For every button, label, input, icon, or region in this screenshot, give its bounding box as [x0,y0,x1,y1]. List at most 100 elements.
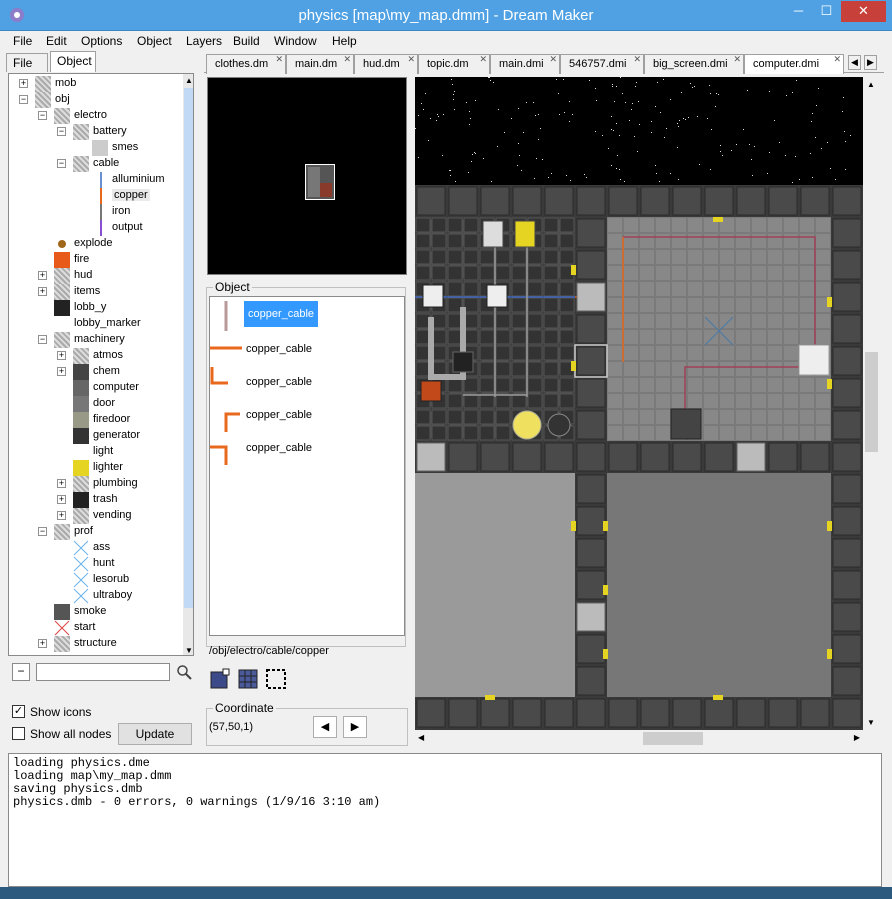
collapse-node-icon[interactable]: − [38,335,47,344]
file-tab[interactable]: main.dm ✕ [286,54,354,74]
file-tab-active[interactable]: computer.dmi ✕ [744,54,844,74]
tab-file[interactable]: File [6,53,48,72]
minimap-view-rect[interactable] [305,164,335,200]
object-instance-item[interactable]: copper_cable [210,299,406,332]
close-tab-icon[interactable]: ✕ [407,54,415,65]
file-tab[interactable]: big_screen.dmi ✕ [644,54,744,74]
file-tab[interactable]: hud.dm ✕ [354,54,418,74]
object-instance-item[interactable]: copper_cable [210,365,406,398]
expand-node-icon[interactable]: + [38,287,47,296]
close-tab-icon[interactable]: ✕ [275,54,283,65]
tree-node-start[interactable]: start [9,620,179,636]
title-bar[interactable]: physics [map\my_map.dmm] - Dream Maker ─… [0,0,892,31]
update-button[interactable]: Update [118,723,192,745]
menu-window[interactable]: Window [274,34,317,48]
tree-node-computer[interactable]: computer [9,380,179,396]
tree-node-trash[interactable]: + trash [9,492,179,508]
collapse-node-icon[interactable]: − [57,127,66,136]
tree-node-plumbing[interactable]: + plumbing [9,476,179,492]
object-instance-list[interactable]: copper_cable copper_cable copper_cable c… [209,296,405,636]
tree-node-smoke[interactable]: smoke [9,604,179,620]
tree-node-vending[interactable]: + vending [9,508,179,524]
menu-object[interactable]: Object [137,34,172,48]
tab-object[interactable]: Object [50,51,96,72]
tree-node-output[interactable]: output [9,220,179,236]
close-tab-icon[interactable]: ✕ [343,54,351,65]
scroll-right-icon[interactable]: ▶ [854,733,860,742]
tree-node-lobb-y[interactable]: lobb_y [9,300,179,316]
tree-node-door[interactable]: door [9,396,179,412]
tree-node-items[interactable]: + items [9,284,179,300]
scroll-left-icon[interactable]: ◀ [418,733,424,742]
tree-node-lesorub[interactable]: lesorub [9,572,179,588]
collapse-node-icon[interactable]: − [19,95,28,104]
tab-scroll-left-icon[interactable]: ◀ [848,55,861,70]
tree-node-ultraboy[interactable]: ultraboy [9,588,179,604]
close-tab-icon[interactable]: ✕ [733,54,741,65]
tree-node-battery[interactable]: − battery [9,124,179,140]
expand-node-icon[interactable]: + [19,79,28,88]
file-tab[interactable]: main.dmi ✕ [490,54,560,74]
object-instance-item[interactable]: copper_cable [210,431,406,465]
collapse-all-button[interactable]: − [12,663,30,681]
menu-edit[interactable]: Edit [46,34,67,48]
expand-node-icon[interactable]: + [38,639,47,648]
collapse-node-icon[interactable]: − [38,111,47,120]
tree-node-lighter[interactable]: lighter [9,460,179,476]
place-tool-icon[interactable] [209,668,231,690]
tree-node-machinery[interactable]: − machinery [9,332,179,348]
collapse-node-icon[interactable]: − [38,527,47,536]
close-tab-icon[interactable]: ✕ [549,54,557,65]
map-horizontal-scrollbar[interactable]: ◀ ▶ [415,730,863,747]
tree-node-chem[interactable]: + chem [9,364,179,380]
tree-node-copper[interactable]: copper [9,188,179,204]
tree-node-alluminium[interactable]: alluminium [9,172,179,188]
tree-node-light[interactable]: light [9,444,179,460]
tree-node-structure[interactable]: + structure [9,636,179,652]
menu-help[interactable]: Help [332,34,357,48]
fill-grid-tool-icon[interactable] [237,668,259,690]
tree-node-mob[interactable]: + mob [9,76,179,92]
tree-search-input[interactable] [36,663,170,681]
show-icons-checkbox[interactable]: ✓ [12,705,25,718]
expand-node-icon[interactable]: + [57,367,66,376]
menu-options[interactable]: Options [81,34,122,48]
expand-node-icon[interactable]: + [57,351,66,360]
file-tab[interactable]: 546757.dmi ✕ [560,54,644,74]
map-vscroll-thumb[interactable] [865,352,878,452]
close-tab-icon[interactable]: ✕ [833,54,841,65]
tab-scroll-right-icon[interactable]: ▶ [864,55,877,70]
menu-layers[interactable]: Layers [186,34,222,48]
scroll-up-icon[interactable]: ▲ [867,80,875,89]
object-instance-item[interactable]: copper_cable [210,332,406,365]
expand-node-icon[interactable]: + [38,271,47,280]
collapse-node-icon[interactable]: − [57,159,66,168]
select-tool-icon[interactable] [265,668,287,690]
map-canvas[interactable] [415,77,863,730]
scroll-down-icon[interactable]: ▼ [867,718,875,727]
maximize-button[interactable]: ☐ [813,1,840,22]
tree-node-hud[interactable]: + hud [9,268,179,284]
scroll-down-icon[interactable]: ▼ [185,646,193,655]
close-tab-icon[interactable]: ✕ [633,54,641,65]
tree-node-ass[interactable]: ass [9,540,179,556]
tree-node-generator[interactable]: generator [9,428,179,444]
tree-node-explode[interactable]: explode [9,236,179,252]
tree-node-electro[interactable]: − electro [9,108,179,124]
file-tab[interactable]: clothes.dm ✕ [206,54,286,74]
tree-node-iron[interactable]: iron [9,204,179,220]
map-editor-viewport[interactable] [415,77,863,730]
search-icon[interactable] [176,664,192,680]
menu-file[interactable]: File [13,34,32,48]
next-coordinate-button[interactable]: ▶ [343,716,367,738]
tree-scroll-thumb[interactable] [184,88,193,608]
tree-node-cable[interactable]: − cable [9,156,179,172]
prev-coordinate-button[interactable]: ◀ [313,716,337,738]
menu-build[interactable]: Build [233,34,260,48]
tree-node-prof[interactable]: − prof [9,524,179,540]
show-all-nodes-checkbox[interactable] [12,727,25,740]
tree-node-firedoor[interactable]: firedoor [9,412,179,428]
expand-node-icon[interactable]: + [57,479,66,488]
close-button[interactable]: ✕ [841,1,886,22]
tree-node-hunt[interactable]: hunt [9,556,179,572]
